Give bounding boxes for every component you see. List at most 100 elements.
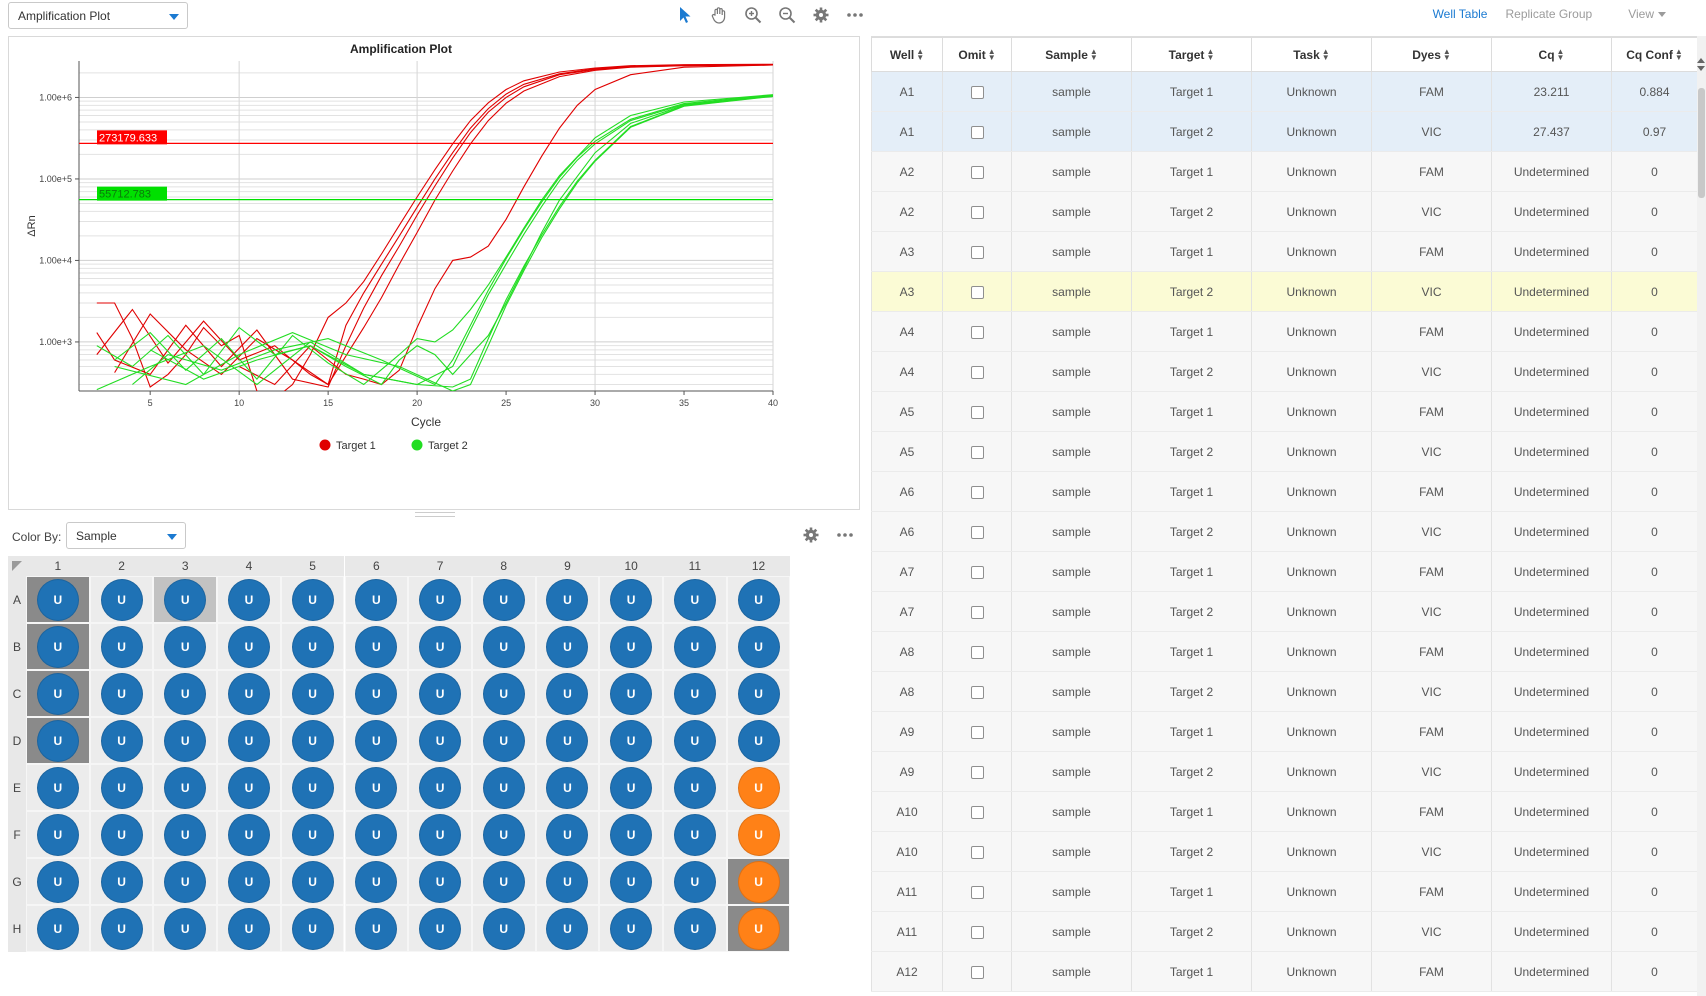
plate-well[interactable]: U xyxy=(26,905,90,952)
plate-well[interactable]: U xyxy=(153,858,218,905)
plate-well[interactable]: U xyxy=(726,576,791,623)
threshold-label[interactable]: 273179.633 xyxy=(99,132,157,144)
series-curve-target-2[interactable] xyxy=(114,94,773,386)
plate-well[interactable]: U xyxy=(471,576,536,623)
plate-row-header[interactable]: E xyxy=(8,764,26,811)
omit-checkbox[interactable] xyxy=(970,405,984,419)
select-all-wells-corner[interactable] xyxy=(8,556,26,576)
plate-well[interactable]: U xyxy=(663,576,727,623)
table-row[interactable]: A7 sample Target 2 Unknown VIC Undetermined 0 xyxy=(871,591,1698,632)
plate-well[interactable]: U xyxy=(471,670,536,717)
plate-well[interactable]: U xyxy=(26,717,90,764)
table-row[interactable]: A9 sample Target 2 Unknown VIC Undetermined 0 xyxy=(871,751,1698,792)
threshold-label[interactable]: 55712.783 xyxy=(99,189,151,201)
sort-icon[interactable]: ▲ ▼ xyxy=(916,48,924,62)
plate-row-header[interactable]: C xyxy=(8,670,26,717)
plate-well[interactable]: U xyxy=(26,623,90,670)
plate-well[interactable]: U xyxy=(89,905,154,952)
table-row[interactable]: A2 sample Target 2 Unknown VIC Undetermined 0 xyxy=(871,191,1698,232)
panel-splitter-handle[interactable] xyxy=(415,512,455,517)
color-by-select[interactable]: Sample xyxy=(66,522,186,549)
plate-well[interactable]: U xyxy=(408,811,472,858)
table-row[interactable]: A3 sample Target 2 Unknown VIC Undetermined 0 xyxy=(871,271,1698,312)
plate-well[interactable]: U xyxy=(471,811,536,858)
column-header-well[interactable]: Well ▲ ▼ xyxy=(871,37,943,72)
omit-checkbox[interactable] xyxy=(970,125,984,139)
plate-well[interactable]: U xyxy=(726,905,791,952)
table-row[interactable]: A9 sample Target 1 Unknown FAM Undetermined 0 xyxy=(871,711,1698,752)
plate-well[interactable]: U xyxy=(599,623,663,670)
plate-column-header[interactable]: 7 xyxy=(408,556,472,576)
plate-well[interactable]: U xyxy=(89,576,154,623)
table-row[interactable]: A7 sample Target 1 Unknown FAM Undetermined 0 xyxy=(871,551,1698,592)
table-row[interactable]: A6 sample Target 1 Unknown FAM Undetermined 0 xyxy=(871,471,1698,512)
plate-well[interactable]: U xyxy=(153,576,218,623)
series-curve-target-1[interactable] xyxy=(96,63,773,399)
plate-well[interactable]: U xyxy=(663,905,727,952)
table-row[interactable]: A11 sample Target 2 Unknown VIC Undetermined 0 xyxy=(871,911,1698,952)
amplification-plot[interactable]: Amplification Plot 1.00e+6 1.00e+5 1.00e+4 1… xyxy=(9,37,859,509)
plate-well[interactable]: U xyxy=(726,670,791,717)
plate-well[interactable]: U xyxy=(26,670,90,717)
plate-well[interactable]: U xyxy=(471,764,536,811)
plate-well[interactable]: U xyxy=(344,905,409,952)
plate-well[interactable]: U xyxy=(535,905,600,952)
plate-well[interactable]: U xyxy=(153,717,218,764)
plate-well[interactable]: U xyxy=(153,905,218,952)
omit-checkbox[interactable] xyxy=(970,325,984,339)
plate-well[interactable]: U xyxy=(726,623,791,670)
sort-icon[interactable]: ▲ ▼ xyxy=(1206,48,1214,62)
table-row[interactable]: A1 sample Target 1 Unknown FAM 23.211 0.884 xyxy=(871,71,1698,112)
plate-well[interactable]: U xyxy=(663,717,727,764)
plate-column-header[interactable]: 3 xyxy=(153,556,218,576)
plate-well[interactable]: U xyxy=(599,670,663,717)
plate-well[interactable]: U xyxy=(280,764,345,811)
plate-column-header[interactable]: 8 xyxy=(471,556,536,576)
plate-well[interactable]: U xyxy=(599,764,663,811)
legend-marker[interactable] xyxy=(411,439,423,451)
table-row[interactable]: A10 sample Target 1 Unknown FAM Undetermined 0 xyxy=(871,791,1698,832)
well-table-link[interactable]: Well Table xyxy=(1433,7,1488,21)
plate-well[interactable]: U xyxy=(153,764,218,811)
plate-well[interactable]: U xyxy=(153,670,218,717)
omit-checkbox[interactable] xyxy=(970,445,984,459)
table-row[interactable]: A4 sample Target 1 Unknown FAM Undetermined 0 xyxy=(871,311,1698,352)
column-header-sample[interactable]: Sample ▲ ▼ xyxy=(1011,37,1132,72)
plate-column-header[interactable]: 11 xyxy=(663,556,727,576)
plate-well[interactable]: U xyxy=(217,905,281,952)
column-header-cq[interactable]: Cq ▲ ▼ xyxy=(1491,37,1612,72)
table-row[interactable]: A1 sample Target 2 Unknown VIC 27.437 0.97 xyxy=(871,111,1698,152)
sort-icon[interactable]: ▲ ▼ xyxy=(1443,48,1451,62)
omit-checkbox[interactable] xyxy=(970,565,984,579)
plate-well[interactable]: U xyxy=(89,764,154,811)
series-curve-target-2[interactable] xyxy=(114,95,773,391)
column-header-target[interactable]: Target ▲ ▼ xyxy=(1131,37,1252,72)
plate-well[interactable]: U xyxy=(280,717,345,764)
plate-well[interactable]: U xyxy=(344,623,409,670)
column-header-cq-conf[interactable]: Cq Conf ▲ ▼ xyxy=(1611,37,1698,72)
omit-checkbox[interactable] xyxy=(970,765,984,779)
table-scrollbar[interactable] xyxy=(1697,36,1706,996)
plate-well[interactable]: U xyxy=(471,905,536,952)
zoom-out-icon[interactable] xyxy=(774,3,800,27)
plate-well[interactable]: U xyxy=(408,764,472,811)
legend-label[interactable]: Target 2 xyxy=(428,440,468,452)
omit-checkbox[interactable] xyxy=(970,245,984,259)
plate-well[interactable]: U xyxy=(153,811,218,858)
scroll-down-icon[interactable] xyxy=(1697,66,1705,71)
plate-well[interactable]: U xyxy=(344,858,409,905)
plate-well[interactable]: U xyxy=(217,670,281,717)
sort-icon[interactable]: ▲ ▼ xyxy=(1322,48,1330,62)
plate-well[interactable]: U xyxy=(217,717,281,764)
plate-well[interactable]: U xyxy=(663,764,727,811)
omit-checkbox[interactable] xyxy=(970,805,984,819)
table-row[interactable]: A10 sample Target 2 Unknown VIC Undetermined 0 xyxy=(871,831,1698,872)
table-row[interactable]: A2 sample Target 1 Unknown FAM Undetermined 0 xyxy=(871,151,1698,192)
table-row[interactable]: A8 sample Target 2 Unknown VIC Undetermined 0 xyxy=(871,671,1698,712)
plate-well[interactable]: U xyxy=(599,811,663,858)
plate-column-header[interactable]: 2 xyxy=(89,556,154,576)
plate-well[interactable]: U xyxy=(89,623,154,670)
plate-well[interactable]: U xyxy=(535,764,600,811)
pan-icon[interactable] xyxy=(706,3,732,27)
plate-well[interactable]: U xyxy=(535,811,600,858)
